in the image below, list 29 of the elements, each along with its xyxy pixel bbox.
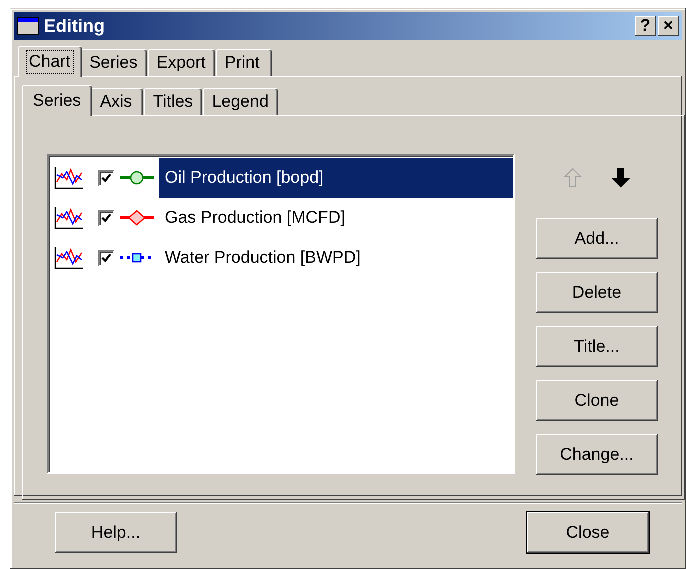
- tab[interactable]: Legend: [203, 88, 278, 115]
- tab[interactable]: Series: [22, 85, 92, 116]
- line-chart-icon: [54, 166, 84, 190]
- title-button[interactable]: Title...: [536, 326, 658, 367]
- window-icon: [17, 17, 39, 35]
- series-name[interactable]: Oil Production [bopd]: [159, 158, 513, 198]
- tab[interactable]: Axis: [91, 88, 144, 115]
- help-button[interactable]: Help...: [55, 512, 177, 553]
- window-title: Editing: [44, 16, 106, 36]
- help-button[interactable]: ?: [635, 16, 656, 36]
- change-button[interactable]: Change...: [536, 434, 658, 475]
- line-chart-icon: [54, 246, 84, 270]
- add-button[interactable]: Add...: [536, 218, 658, 259]
- close-button[interactable]: Close: [527, 512, 649, 553]
- move-down-icon[interactable]: [612, 168, 630, 188]
- checkmark-icon: [101, 212, 112, 224]
- tab[interactable]: Chart: [18, 46, 82, 77]
- tab[interactable]: Print: [216, 49, 272, 76]
- tab[interactable]: Export: [148, 49, 215, 76]
- close-button[interactable]: ×: [658, 16, 679, 36]
- checkmark-icon: [101, 172, 112, 184]
- line-chart-icon: [54, 206, 84, 230]
- series-name[interactable]: Gas Production [MCFD]: [159, 198, 513, 238]
- tab[interactable]: Series: [80, 49, 147, 76]
- delete-button[interactable]: Delete: [536, 272, 658, 313]
- series-name[interactable]: Water Production [BWPD]: [159, 238, 513, 278]
- tab[interactable]: Titles: [144, 88, 202, 115]
- checkmark-icon: [101, 252, 112, 264]
- clone-button[interactable]: Clone: [536, 380, 658, 421]
